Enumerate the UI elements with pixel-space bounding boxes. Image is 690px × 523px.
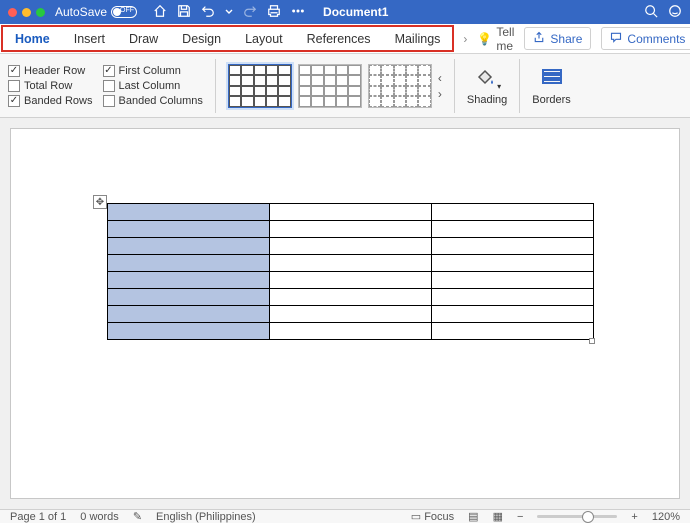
tab-references[interactable]: References <box>295 32 383 46</box>
comments-button[interactable]: Comments <box>601 27 690 50</box>
chevron-right-icon: › <box>438 87 442 101</box>
check-icon <box>8 65 20 77</box>
title-bar: AutoSave OFF Document1 <box>0 0 690 24</box>
document-table[interactable] <box>107 203 594 340</box>
title-bar-extra <box>644 4 682 21</box>
ribbon-separator <box>215 59 216 113</box>
document-page[interactable]: ✥ <box>10 128 680 499</box>
table-row <box>108 238 594 255</box>
shading-button[interactable]: ▾ Shading <box>467 65 507 106</box>
share-button[interactable]: Share <box>524 27 591 50</box>
more-icon[interactable] <box>291 4 305 21</box>
zoom-slider[interactable] <box>537 515 617 518</box>
paint-bucket-icon: ▾ <box>473 65 501 92</box>
autosave-state: OFF <box>120 7 134 14</box>
share-icon <box>533 31 545 46</box>
checkbox-icon <box>8 80 20 92</box>
table-style-1[interactable] <box>228 64 292 108</box>
spellcheck-icon[interactable]: ✎ <box>133 510 142 523</box>
borders-icon <box>540 65 564 92</box>
autosave-label: AutoSave <box>55 5 107 19</box>
window-controls <box>8 8 45 17</box>
status-page[interactable]: Page 1 of 1 <box>10 511 66 523</box>
zoom-level[interactable]: 120% <box>652 511 680 523</box>
focus-mode-button[interactable]: ▭ Focus <box>411 510 454 523</box>
table-resize-handle[interactable] <box>589 338 595 344</box>
highlighted-tabs-box: Home Insert Draw Design Layout Reference… <box>1 25 454 52</box>
ribbon: Header Row First Column Total Row Last C… <box>0 54 690 118</box>
checkbox-icon <box>103 95 115 107</box>
table-row <box>108 272 594 289</box>
zoom-out-button[interactable]: − <box>517 511 523 523</box>
tab-mailings[interactable]: Mailings <box>383 32 453 46</box>
checkbox-total-row[interactable]: Total Row <box>8 80 93 92</box>
checkbox-banded-columns[interactable]: Banded Columns <box>103 95 203 107</box>
ribbon-separator <box>454 59 455 113</box>
checkbox-last-column[interactable]: Last Column <box>103 80 203 92</box>
tab-design[interactable]: Design <box>170 32 233 46</box>
tab-insert[interactable]: Insert <box>62 32 117 46</box>
borders-label: Borders <box>532 94 571 106</box>
table-row <box>108 255 594 272</box>
comment-icon <box>610 31 622 46</box>
save-icon[interactable] <box>177 4 191 21</box>
checkbox-icon <box>103 80 115 92</box>
autosave-toggle[interactable]: OFF <box>111 6 137 18</box>
share-label: Share <box>550 32 582 46</box>
web-layout-view-icon[interactable]: ▦ <box>493 510 503 523</box>
borders-button[interactable]: Borders <box>532 65 571 106</box>
tab-layout[interactable]: Layout <box>233 32 295 46</box>
print-icon[interactable] <box>267 4 281 21</box>
table-move-handle[interactable]: ✥ <box>93 195 107 209</box>
chevron-left-icon: ‹ <box>438 71 442 85</box>
autosave-control[interactable]: AutoSave OFF <box>55 5 137 19</box>
tell-me-label: Tell me <box>496 25 514 53</box>
maximize-window-button[interactable] <box>36 8 45 17</box>
tab-draw[interactable]: Draw <box>117 32 170 46</box>
ribbon-separator <box>519 59 520 113</box>
zoom-in-button[interactable]: + <box>631 511 637 523</box>
chevron-down-icon[interactable] <box>225 4 233 21</box>
shading-label: Shading <box>467 94 507 106</box>
table-row <box>108 204 594 221</box>
document-title: Document1 <box>323 5 388 19</box>
quick-access-toolbar <box>153 4 305 21</box>
status-bar: Page 1 of 1 0 words ✎ English (Philippin… <box>0 509 690 523</box>
table-styles-gallery: ‹ › <box>228 64 442 108</box>
print-layout-view-icon[interactable]: ▤ <box>468 510 478 523</box>
gallery-more-button[interactable]: ‹ › <box>438 71 442 101</box>
redo-icon[interactable] <box>243 4 257 21</box>
search-icon[interactable] <box>644 4 658 21</box>
status-word-count[interactable]: 0 words <box>80 511 119 523</box>
tell-me-search[interactable]: 💡 Tell me <box>477 25 514 53</box>
feedback-icon[interactable] <box>668 4 682 21</box>
undo-icon[interactable] <box>201 4 215 21</box>
tab-home[interactable]: Home <box>3 32 62 46</box>
table-style-3[interactable] <box>368 64 432 108</box>
table-style-options: Header Row First Column Total Row Last C… <box>8 65 203 107</box>
table-style-2[interactable] <box>298 64 362 108</box>
home-icon[interactable] <box>153 4 167 21</box>
close-window-button[interactable] <box>8 8 17 17</box>
checkbox-header-row[interactable]: Header Row <box>8 65 93 77</box>
comments-label: Comments <box>627 32 685 46</box>
chevron-right-icon[interactable]: › <box>463 32 467 46</box>
table-row <box>108 323 594 340</box>
checkbox-first-column[interactable]: First Column <box>103 65 203 77</box>
table-row <box>108 221 594 238</box>
minimize-window-button[interactable] <box>22 8 31 17</box>
table-row <box>108 306 594 323</box>
checkbox-banded-rows[interactable]: Banded Rows <box>8 95 93 107</box>
document-canvas-area: ✥ <box>0 118 690 509</box>
check-icon <box>103 65 115 77</box>
status-language[interactable]: English (Philippines) <box>156 511 256 523</box>
lightbulb-icon: 💡 <box>477 32 492 46</box>
check-icon <box>8 95 20 107</box>
table-row <box>108 289 594 306</box>
ribbon-tab-bar: Home Insert Draw Design Layout Reference… <box>0 24 690 54</box>
